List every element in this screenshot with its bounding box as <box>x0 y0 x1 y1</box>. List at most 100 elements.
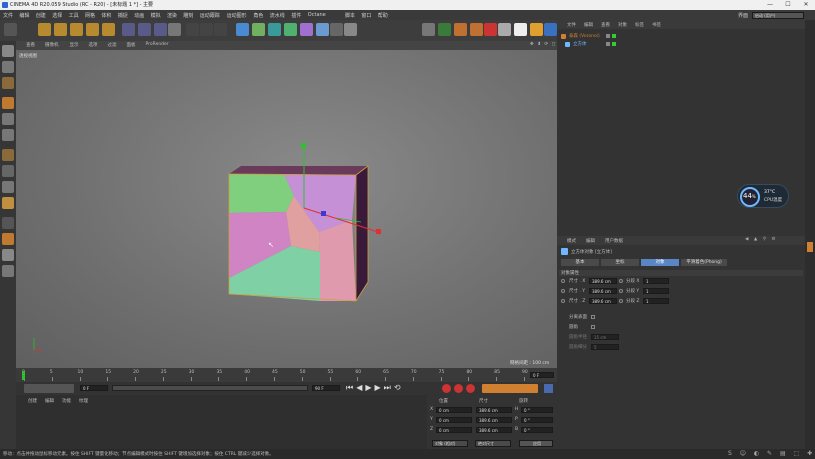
toolbar-button[interactable] <box>168 23 181 36</box>
segments-field[interactable]: 1 <box>643 288 669 294</box>
menu-item[interactable]: 网格 <box>85 12 95 19</box>
separate-surfaces-checkbox[interactable] <box>591 315 595 319</box>
menu-item[interactable]: 雕刻 <box>183 12 193 19</box>
segments-field[interactable]: 1 <box>643 298 669 304</box>
menu-item[interactable]: 运动图形 <box>227 12 247 19</box>
toolbar-button[interactable] <box>316 23 329 36</box>
frame-range-slider[interactable] <box>112 385 308 391</box>
toolbar-button[interactable] <box>86 23 99 36</box>
menu-item[interactable]: 脚本 <box>345 12 355 19</box>
toolbar-button[interactable] <box>70 23 83 36</box>
anim-dot[interactable] <box>619 289 623 293</box>
right-side-tabs[interactable] <box>805 20 815 449</box>
coord-position-field[interactable]: 0 cm <box>436 427 472 433</box>
left-tool-button[interactable] <box>2 61 14 73</box>
menu-item[interactable]: 编辑 <box>19 12 29 19</box>
toolbar-button[interactable] <box>470 23 483 36</box>
close-button[interactable]: ✕ <box>797 0 815 10</box>
left-tool-button[interactable] <box>2 97 14 109</box>
material-menu-item[interactable]: 编辑 <box>45 398 54 404</box>
end-frame-field[interactable]: 90 F <box>312 385 340 391</box>
left-tool-button[interactable] <box>2 217 14 229</box>
toolbar-button[interactable] <box>252 23 265 36</box>
menu-item[interactable]: 工具 <box>69 12 79 19</box>
x-axis-grip[interactable] <box>376 229 381 234</box>
key-selection-button[interactable] <box>466 384 475 393</box>
left-tool-button[interactable] <box>2 149 14 161</box>
key-tools[interactable] <box>24 384 74 393</box>
attr-menu-item[interactable]: 编辑 <box>586 238 595 244</box>
toolbar-button[interactable] <box>122 23 135 36</box>
om-menu-item[interactable]: 编辑 <box>584 22 593 28</box>
menu-item[interactable]: Octane <box>308 12 326 18</box>
toolbar-button[interactable] <box>54 23 67 36</box>
playhead[interactable] <box>22 371 25 380</box>
toolbar-button[interactable] <box>154 23 167 36</box>
object-row[interactable]: 泰森 (Voronoi) <box>561 33 761 40</box>
material-menu-item[interactable]: 功能 <box>62 398 71 404</box>
om-menu-item[interactable]: 查看 <box>601 22 610 28</box>
attr-tab[interactable]: 坐标 <box>601 259 639 266</box>
fillet-radius-field[interactable]: 15 cm <box>591 334 619 340</box>
menu-item[interactable]: 动画 <box>134 12 144 19</box>
toolbar-button[interactable] <box>300 23 313 36</box>
om-menu-item[interactable]: 书签 <box>652 22 661 28</box>
coord-rotation-field[interactable]: 0 ° <box>521 427 553 433</box>
attr-menu-item[interactable]: 用户数据 <box>605 238 623 244</box>
menu-item[interactable]: 创建 <box>36 12 46 19</box>
toolbar-button[interactable] <box>498 23 511 36</box>
object-enable-icon[interactable] <box>612 34 616 38</box>
attr-menu-item[interactable]: 模式 <box>567 238 576 244</box>
coord-size-select[interactable]: 绝对尺寸 <box>475 440 511 447</box>
size-field[interactable]: 389.6 cm <box>589 298 617 304</box>
toolbar-button[interactable] <box>4 23 17 36</box>
viewport-menu-item[interactable]: ProRender <box>146 42 169 47</box>
viewport-menu-item[interactable]: 过滤 <box>108 42 117 48</box>
viewport-menu-item[interactable]: 选项 <box>89 42 98 48</box>
menu-item[interactable]: 文件 <box>3 12 13 19</box>
timeline-layout-button[interactable] <box>544 384 553 393</box>
coord-position-field[interactable]: 0 cm <box>436 417 472 423</box>
object-visibility-icon[interactable] <box>606 34 610 38</box>
start-frame-field[interactable]: 0 F <box>80 385 108 391</box>
coord-rotation-field[interactable]: 0 ° <box>521 417 553 423</box>
apply-button[interactable]: 应用 <box>519 440 553 447</box>
anim-dot[interactable] <box>561 279 565 283</box>
left-tool-button[interactable] <box>2 77 14 89</box>
coord-mode-select[interactable]: 对象 (相对) <box>432 440 468 447</box>
toolbar-button[interactable] <box>344 23 357 36</box>
coord-position-field[interactable]: 0 cm <box>436 407 472 413</box>
fillet-checkbox[interactable] <box>591 325 595 329</box>
viewport-menu-item[interactable]: 摄像机 <box>45 42 59 48</box>
attr-tab[interactable]: 平滑着色(Phong) <box>681 259 727 266</box>
menu-item[interactable]: 选择 <box>52 12 62 19</box>
toolbar-button[interactable] <box>236 23 249 36</box>
om-menu-item[interactable]: 文件 <box>567 22 576 28</box>
menu-item[interactable]: 运动跟踪 <box>200 12 220 19</box>
viewport[interactable]: 透视视图 ↖ 网格间距 : 100 cm <box>16 50 557 368</box>
left-tool-button[interactable] <box>2 165 14 177</box>
om-menu-item[interactable]: 标签 <box>635 22 644 28</box>
toolbar-button[interactable] <box>38 23 51 36</box>
toolbar-button[interactable] <box>284 23 297 36</box>
viewport-nav-icons[interactable]: ✥ ⬍ ⟳ ◻ <box>530 42 556 47</box>
timeline[interactable]: 051015202530354045505560657075808590 0 F <box>16 368 557 382</box>
anim-dot[interactable] <box>561 299 565 303</box>
coord-size-field[interactable]: 389.6 cm <box>476 417 512 423</box>
viewport-menu-item[interactable]: 面板 <box>127 42 136 48</box>
auto-key-button[interactable] <box>454 384 463 393</box>
toolbar-button[interactable] <box>484 23 497 36</box>
left-tool-button[interactable] <box>2 197 14 209</box>
key-type-buttons[interactable] <box>482 384 538 393</box>
menu-item[interactable]: 流水线 <box>270 12 285 19</box>
anim-dot[interactable] <box>561 289 565 293</box>
material-menu-item[interactable]: 创建 <box>28 398 37 404</box>
anim-dot[interactable] <box>619 299 623 303</box>
left-tool-button[interactable] <box>2 265 14 277</box>
toolbar-button[interactable] <box>214 23 227 36</box>
menu-item[interactable]: 插件 <box>291 12 301 19</box>
playback-controls[interactable]: ⏮◀▶▶⏭⟲ <box>346 383 404 393</box>
left-tool-button[interactable] <box>2 45 14 57</box>
left-tool-button[interactable] <box>2 181 14 193</box>
toolbar-button[interactable] <box>454 23 467 36</box>
